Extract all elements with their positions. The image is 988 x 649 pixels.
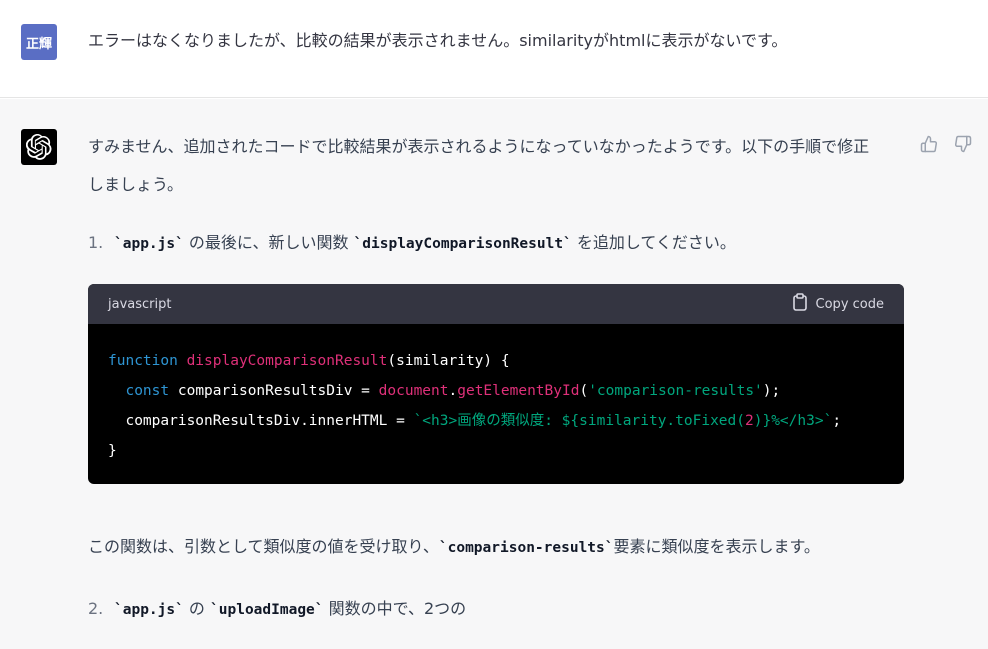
openai-logo-icon: [21, 129, 57, 165]
thumbs-up-icon[interactable]: [918, 133, 940, 155]
code-body: function displayComparisonResult(similar…: [88, 324, 904, 466]
explanation-text-end: 要素に類似度を表示します。: [613, 537, 820, 556]
step-1-code-file: `app.js`: [114, 236, 184, 252]
code-line-1: function displayComparisonResult(similar…: [108, 346, 884, 376]
code-line-2: const comparisonResultsDiv = document.ge…: [108, 376, 884, 406]
code-language-label: javascript: [108, 296, 172, 312]
code-token: 'comparison-results': [588, 383, 763, 399]
code-line-4: }: [108, 436, 884, 466]
step-2: 2. `app.js` の `uploadImage` 関数の中で、2つの: [88, 595, 466, 624]
code-token: }: [108, 443, 117, 459]
code-line-3: comparisonResultsDiv.innerHTML = `<h3>画像…: [108, 406, 884, 436]
code-block-header: javascript Copy code: [88, 284, 904, 324]
code-token: 2: [745, 413, 754, 429]
assistant-intro-line-2: しましょう。: [88, 175, 184, 194]
step-2-code-file: `app.js`: [114, 602, 184, 618]
code-token: comparisonResultsDiv.innerHTML =: [125, 413, 414, 429]
code-token: `<h3>画像の類似度: ${similarity.toFixed(: [413, 413, 745, 429]
code-token: );: [762, 383, 781, 399]
thumbs-down-icon[interactable]: [952, 133, 974, 155]
code-token: (similarity) {: [387, 353, 510, 369]
copy-code-label: Copy code: [815, 296, 884, 312]
step-1: 1. `app.js` の最後に、新しい関数 `displayComparison…: [88, 229, 736, 258]
explanation-paragraph: この関数は、引数として類似度の値を受け取り、`comparison-result…: [88, 533, 820, 562]
explanation-code: `comparison-results`: [438, 540, 614, 556]
assistant-intro-line-1: すみません、追加されたコードで比較結果が表示されるようになっていなかったようです…: [88, 137, 870, 156]
code-token: )}%</h3>`: [753, 413, 833, 429]
assistant-message-row: すみません、追加されたコードで比較結果が表示されるようになっていなかったようです…: [0, 99, 988, 649]
step-1-number: 1.: [88, 233, 104, 252]
copy-code-button[interactable]: Copy code: [792, 293, 884, 315]
code-block: javascript Copy code function displayCom…: [88, 284, 904, 484]
user-message-row: 正輝 エラーはなくなりましたが、比較の結果が表示されません。similarity…: [0, 0, 988, 98]
clipboard-icon: [792, 293, 808, 315]
code-token: const: [125, 383, 178, 399]
code-token: displayComparisonResult: [186, 353, 388, 369]
code-token: function: [108, 353, 187, 369]
step-2-text-end: 関数の中で、2つの: [323, 599, 467, 618]
explanation-text-start: この関数は、引数として類似度の値を受け取り、: [88, 537, 439, 556]
step-2-text-mid: の: [183, 599, 211, 618]
code-token: getElementById: [457, 383, 580, 399]
user-message-text: エラーはなくなりましたが、比較の結果が表示されません。similarityがht…: [88, 31, 788, 50]
user-avatar: 正輝: [21, 24, 57, 60]
code-token: document: [378, 383, 449, 399]
code-token: comparisonResultsDiv =: [177, 383, 379, 399]
code-token: (: [579, 383, 589, 399]
step-1-text-end: を追加してください。: [571, 233, 736, 252]
step-1-text-mid: の最後に、新しい関数: [183, 233, 354, 252]
step-2-number: 2.: [88, 599, 104, 618]
code-token: ;: [832, 413, 842, 429]
step-1-code-fn: `displayComparisonResult`: [353, 236, 572, 252]
step-2-code-fn: `uploadImage`: [210, 602, 324, 618]
code-token: .: [448, 383, 458, 399]
